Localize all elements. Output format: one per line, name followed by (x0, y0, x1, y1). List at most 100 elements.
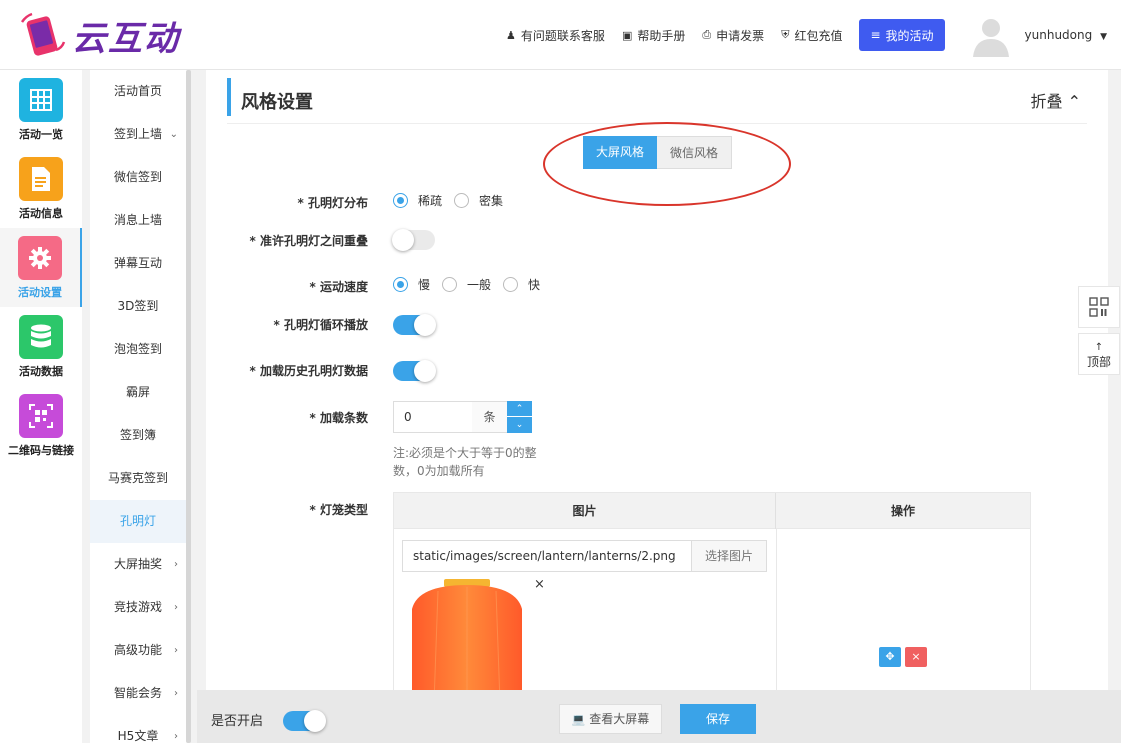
sub-item-activity-home[interactable]: 活动首页 (90, 70, 186, 113)
count-input[interactable]: 0 (393, 401, 473, 433)
sub-item-checkin-wall[interactable]: 签到上墙 ⌄ (90, 113, 186, 156)
float-qrcode-button[interactable] (1078, 286, 1120, 328)
tab-wechat-style[interactable]: 微信风格 (657, 136, 732, 169)
sub-item-label: 智能会务 (113, 686, 162, 700)
sub-item-label: 霸屏 (125, 385, 150, 399)
logo[interactable]: 云互动 (20, 10, 200, 60)
sub-item-advanced-features[interactable]: 高级功能 › (90, 629, 186, 672)
count-hint: 注:必须是个大于等于0的整数，0为加载所有 (393, 446, 537, 478)
main-sidebar: 活动一览 活动信息 活动设置 活动数据 二维码与链接 (0, 70, 82, 743)
remove-image-icon[interactable]: × (534, 577, 545, 592)
username-dropdown[interactable]: yunhudong ▼ (1025, 28, 1107, 42)
sidebar-item-qrcode-links[interactable]: 二维码与链接 (0, 386, 82, 465)
radio-fast-label: 快 (528, 278, 541, 292)
chevron-down-icon: ⌄ (169, 129, 178, 140)
fold-toggle[interactable]: 折叠 ⌃ (1031, 88, 1082, 112)
chevron-up-icon[interactable]: ⌃ (507, 401, 532, 417)
speed-label: * 运动速度 (309, 280, 368, 294)
sidebar-item-activity-list[interactable]: 活动一览 (0, 70, 82, 149)
toggle-knob (304, 710, 326, 732)
username-label: yunhudong (1024, 28, 1093, 42)
sub-item-label: 泡泡签到 (113, 342, 162, 356)
lantern-type-label: * 灯笼类型 (309, 503, 368, 517)
help-manual-label: 帮助手册 (637, 28, 686, 43)
sub-item-3d-checkin[interactable]: 3D签到 (90, 285, 186, 328)
contact-support-label: 有问题联系客服 (520, 28, 605, 43)
sub-item-message-wall[interactable]: 消息上墙 (90, 199, 186, 242)
radio-dense-label: 密集 (479, 194, 504, 208)
my-activity-button[interactable]: ≡ 我的活动 (859, 19, 945, 51)
lantern-path-input[interactable]: static/images/screen/lantern/lanterns/2.… (402, 540, 692, 572)
style-settings-panel: 风格设置 折叠 ⌃ 大屏风格 微信风格 * 孔明灯分布 稀疏 密集 * 准许孔明… (206, 70, 1108, 690)
toggle-knob (414, 360, 436, 382)
sub-item-kongming-lantern[interactable]: 孔明灯 (90, 500, 186, 543)
laptop-icon: 💻 (571, 713, 586, 726)
enable-label: 是否开启 (211, 714, 264, 729)
radio-sparse[interactable] (393, 193, 408, 208)
sub-item-danmaku[interactable]: 弹幕互动 (90, 242, 186, 285)
view-big-screen-button[interactable]: 💻 查看大屏幕 (559, 704, 662, 734)
sub-item-label: 活动首页 (113, 84, 162, 98)
printer-icon: ⎙ (702, 28, 712, 41)
avatar[interactable] (968, 13, 1013, 57)
overlap-toggle[interactable] (392, 229, 435, 251)
radio-slow[interactable] (393, 277, 408, 292)
user-plus-icon: ♟ (506, 28, 516, 42)
top-header: 云互动 ♟ 有问题联系客服 ▣ 帮助手册 ⎙ 申请发票 ⛨ 红包充值 ≡ 我的活… (0, 0, 1121, 70)
sub-item-label: H5文章 (117, 729, 159, 743)
sub-item-competitive-games[interactable]: 竞技游戏 › (90, 586, 186, 629)
sub-item-mosaic-checkin[interactable]: 马赛克签到 (90, 457, 186, 500)
red-packet-recharge-link[interactable]: ⛨ 红包充值 (781, 27, 842, 44)
loop-toggle[interactable] (393, 314, 436, 336)
invoice-link[interactable]: ⎙ 申请发票 (702, 27, 764, 44)
sidebar-item-activity-info[interactable]: 活动信息 (0, 149, 82, 228)
sub-item-checkin-book[interactable]: 签到簿 (90, 414, 186, 457)
sidebar-item-activity-data[interactable]: 活动数据 (0, 307, 82, 386)
contact-support-link[interactable]: ♟ 有问题联系客服 (506, 27, 605, 44)
top-nav: ♟ 有问题联系客服 ▣ 帮助手册 ⎙ 申请发票 ⛨ 红包充值 ≡ 我的活动 yu… (506, 0, 1121, 70)
overlap-label: * 准许孔明灯之间重叠 (249, 234, 368, 248)
move-icon[interactable]: ✥ (879, 647, 901, 667)
chevron-right-icon: › (174, 731, 178, 742)
sub-item-bubble-checkin[interactable]: 泡泡签到 (90, 328, 186, 371)
choose-image-button[interactable]: 选择图片 (691, 540, 767, 572)
radio-normal[interactable] (442, 277, 458, 292)
count-stepper[interactable]: ⌃ ⌄ (507, 401, 532, 433)
save-button[interactable]: 保存 (680, 704, 756, 734)
radio-dense[interactable] (454, 193, 470, 208)
sidebar-item-activity-settings[interactable]: 活动设置 (0, 228, 82, 307)
lantern-table: 图片 操作 static/images/screen/lantern/lante… (393, 492, 1031, 690)
my-activity-label: 我的活动 (885, 28, 934, 43)
column-divider (776, 529, 777, 690)
radio-fast[interactable] (503, 277, 519, 292)
shield-check-icon: ⛨ (781, 28, 790, 41)
red-packet-label: 红包充值 (794, 28, 843, 43)
radio-sparse-label: 稀疏 (418, 194, 443, 208)
chevron-down-icon[interactable]: ⌄ (507, 417, 532, 433)
panel-header: 风格设置 折叠 ⌃ (227, 78, 1087, 124)
sub-item-label: 竞技游戏 (113, 600, 162, 614)
sub-item-smart-meeting[interactable]: 智能会务 › (90, 672, 186, 715)
delete-icon[interactable]: × (905, 647, 927, 667)
history-label: * 加载历史孔明灯数据 (249, 364, 368, 378)
grid-icon (19, 78, 63, 122)
sub-item-wechat-checkin[interactable]: 微信签到 (90, 156, 186, 199)
history-toggle[interactable] (393, 360, 436, 382)
phone-logo-icon (20, 12, 66, 56)
enable-toggle[interactable] (283, 710, 326, 732)
sub-item-dominate-screen[interactable]: 霸屏 (90, 371, 186, 414)
help-manual-link[interactable]: ▣ 帮助手册 (622, 27, 685, 44)
sub-item-label: 3D签到 (117, 299, 159, 313)
sub-item-h5-article[interactable]: H5文章 › (90, 715, 186, 743)
sub-item-label: 消息上墙 (113, 213, 162, 227)
sidebar-label: 活动信息 (19, 207, 63, 220)
sidebar-scrollbar[interactable] (186, 70, 191, 743)
sidebar-label: 活动设置 (18, 286, 62, 299)
tab-big-screen-style[interactable]: 大屏风格 (583, 136, 657, 169)
radio-normal-label: 一般 (467, 278, 492, 292)
back-to-top-label: 顶部 (1086, 355, 1111, 369)
sub-item-label: 签到上墙 (113, 127, 162, 141)
back-to-top-button[interactable]: ↑ 顶部 (1078, 333, 1120, 375)
sub-item-screen-lottery[interactable]: 大屏抽奖 › (90, 543, 186, 586)
title-accent-bar (227, 78, 231, 116)
